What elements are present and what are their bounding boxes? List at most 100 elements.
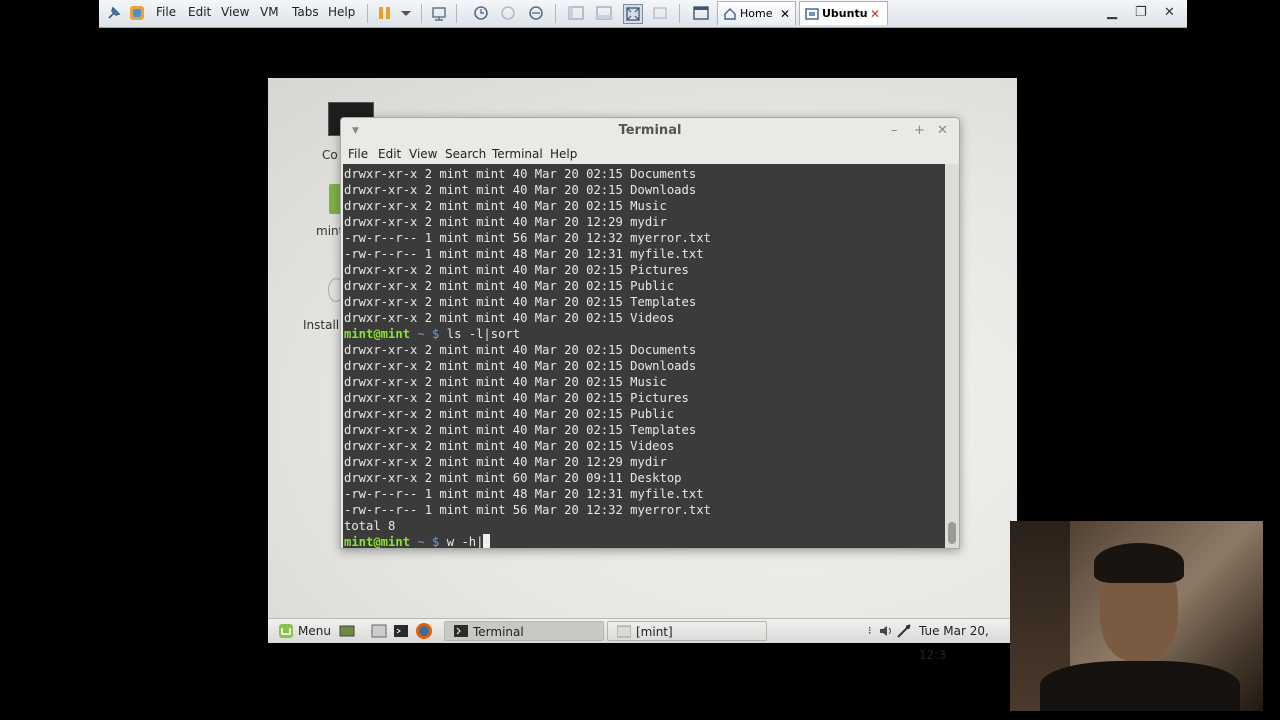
guest-taskbar: Menu Terminal [mint] ⁝ Tue Mar 20, 12:3: [268, 618, 1017, 662]
terminal-output-line: drwxr-xr-x 2 mint mint 40 Mar 20 02:15 T…: [344, 295, 697, 309]
terminal-output-line: drwxr-xr-x 2 mint mint 40 Mar 20 02:15 T…: [344, 423, 697, 437]
snapshot-icon[interactable]: [472, 4, 490, 22]
pause-icon[interactable]: [376, 4, 394, 22]
terminal-output-line: drwxr-xr-x 2 mint mint 40 Mar 20 02:15 V…: [344, 311, 675, 325]
firefox-icon[interactable]: [415, 619, 433, 643]
close-tab-icon[interactable]: ✕: [870, 2, 880, 26]
menu-view[interactable]: View: [221, 0, 249, 27]
terminal-output-line: drwxr-xr-x 2 mint mint 40 Mar 20 02:15 P…: [344, 407, 675, 421]
terminal-output-line: drwxr-xr-x 2 mint mint 40 Mar 20 02:15 P…: [344, 279, 675, 293]
terminal-output-line: drwxr-xr-x 2 mint mint 40 Mar 20 02:15 D…: [344, 167, 697, 181]
person-shirt: [1040, 661, 1240, 711]
terminal-output[interactable]: drwxr-xr-x 2 mint mint 40 Mar 20 02:15 D…: [343, 164, 945, 548]
terminal-output-line: drwxr-xr-x 2 mint mint 40 Mar 20 02:15 D…: [344, 343, 697, 357]
folder-icon: [616, 624, 632, 644]
terminal-icon: [454, 624, 468, 644]
close-window-icon[interactable]: ✕: [1164, 0, 1175, 27]
maximize-icon[interactable]: +: [914, 118, 925, 144]
home-icon: [723, 6, 737, 30]
full-screen-icon[interactable]: [623, 4, 643, 24]
toolbar-divider: [367, 4, 368, 23]
terminal-launcher-icon[interactable]: [393, 619, 409, 643]
pin-icon[interactable]: [105, 4, 123, 22]
terminal-output-line: drwxr-xr-x 2 mint mint 40 Mar 20 12:29 m…: [344, 215, 667, 229]
taskbar-window-terminal[interactable]: Terminal: [444, 621, 604, 641]
toolbar-divider: [679, 4, 680, 23]
command-text: ls -l|sort: [446, 327, 521, 341]
scrollbar[interactable]: [945, 164, 959, 548]
snapshot-manager-icon[interactable]: [527, 4, 545, 22]
terminal-output-line: drwxr-xr-x 2 mint mint 40 Mar 20 12:29 m…: [344, 455, 667, 469]
terminal-output-line: drwxr-xr-x 2 mint mint 40 Mar 20 02:15 M…: [344, 375, 667, 389]
chevron-down-icon[interactable]: [397, 4, 415, 22]
send-ctrl-alt-del-icon[interactable]: [430, 4, 448, 22]
menu-tabs[interactable]: Tabs: [292, 0, 319, 27]
restore-icon[interactable]: ❐: [1135, 0, 1147, 27]
show-library-icon[interactable]: [567, 4, 585, 22]
menu-button[interactable]: Menu: [298, 619, 331, 643]
terminal-output-line: drwxr-xr-x 2 mint mint 40 Mar 20 02:15 D…: [344, 183, 697, 197]
mint-menu-icon[interactable]: [278, 619, 294, 643]
terminal-output-line: drwxr-xr-x 2 mint mint 40 Mar 20 02:15 D…: [344, 359, 697, 373]
menu-file[interactable]: File: [348, 144, 368, 164]
menu-help[interactable]: Help: [328, 0, 355, 27]
thumbnail-bar-icon[interactable]: [595, 4, 613, 22]
menu-terminal[interactable]: Terminal: [492, 144, 543, 164]
menu-help[interactable]: Help: [550, 144, 577, 164]
terminal-command-line: mint@mint ~ $ w -h|: [344, 534, 491, 548]
terminal-output-line: -rw-r--r-- 1 mint mint 48 Mar 20 12:31 m…: [344, 247, 704, 261]
terminal-output-line: drwxr-xr-x 2 mint mint 40 Mar 20 02:15 P…: [344, 263, 689, 277]
tab-ubuntu-label: Ubuntu: [822, 7, 868, 20]
desktop-icon-label[interactable]: Co: [322, 148, 338, 162]
tab-home-label: Home: [740, 7, 773, 20]
files-icon[interactable]: [371, 619, 387, 643]
network-icon[interactable]: [896, 619, 912, 643]
notes-icon[interactable]: ⁝: [868, 619, 872, 643]
vmware-toolbar: File Edit View VM Tabs Help Home ✕ Ubunt…: [99, 0, 1187, 28]
toolbar-divider: [555, 4, 556, 23]
terminal-title: Terminal: [618, 123, 682, 138]
terminal-output-line: -rw-r--r-- 1 mint mint 48 Mar 20 12:31 m…: [344, 487, 704, 501]
taskbar-window-label: [mint]: [636, 625, 673, 639]
minimize-icon[interactable]: –: [891, 118, 898, 144]
menu-edit[interactable]: Edit: [378, 144, 401, 164]
menu-view[interactable]: View: [409, 144, 437, 164]
webcam-overlay: [1010, 521, 1263, 711]
revert-snapshot-icon[interactable]: [499, 4, 517, 22]
desktop-icon-label[interactable]: Install: [303, 318, 339, 332]
terminal-output-line: drwxr-xr-x 2 mint mint 60 Mar 20 09:11 D…: [344, 471, 682, 485]
toolbar-divider: [421, 4, 422, 23]
minimize-icon[interactable]: ▁: [1107, 0, 1117, 27]
terminal-output-line: drwxr-xr-x 2 mint mint 40 Mar 20 02:15 V…: [344, 439, 675, 453]
close-tab-icon[interactable]: ✕: [780, 2, 790, 26]
taskbar-window-label: Terminal: [473, 625, 524, 639]
close-icon[interactable]: ✕: [937, 118, 948, 144]
menu-search[interactable]: Search: [445, 144, 486, 164]
menu-edit[interactable]: Edit: [188, 0, 211, 27]
prompt-user: mint@mint: [344, 327, 411, 341]
unity-icon[interactable]: [651, 4, 669, 22]
clock[interactable]: Tue Mar 20, 12:3: [919, 619, 1017, 662]
terminal-output-line: total 8: [344, 519, 396, 533]
tab-home[interactable]: Home ✕: [717, 1, 796, 25]
person-hair: [1094, 543, 1184, 583]
taskbar-window-mint[interactable]: [mint]: [607, 621, 767, 641]
prompt-path: ~ $: [410, 327, 440, 341]
terminal-command-line: mint@mint ~ $ ls -l|sort: [344, 326, 520, 342]
terminal-output-line: -rw-r--r-- 1 mint mint 56 Mar 20 12:32 m…: [344, 231, 711, 245]
text-cursor: [483, 534, 491, 548]
prompt-user: mint@mint: [344, 535, 411, 548]
menu-vm[interactable]: VM: [260, 0, 279, 27]
terminal-output-line: drwxr-xr-x 2 mint mint 40 Mar 20 02:15 M…: [344, 199, 667, 213]
command-input[interactable]: w -h|: [447, 535, 484, 548]
tab-ubuntu[interactable]: Ubuntu ✕: [799, 1, 888, 25]
volume-icon[interactable]: [878, 619, 894, 643]
terminal-output-line: -rw-r--r-- 1 mint mint 56 Mar 20 12:32 m…: [344, 503, 711, 517]
show-desktop-icon[interactable]: [339, 619, 355, 643]
scrollbar-thumb[interactable]: [948, 522, 956, 544]
console-view-icon[interactable]: [692, 4, 710, 22]
prompt-path: ~ $: [410, 535, 440, 548]
terminal-window[interactable]: ▼ Terminal – + ✕ File Edit View Search T…: [340, 117, 960, 549]
vm-icon: [805, 6, 819, 30]
menu-file[interactable]: File: [156, 0, 176, 27]
